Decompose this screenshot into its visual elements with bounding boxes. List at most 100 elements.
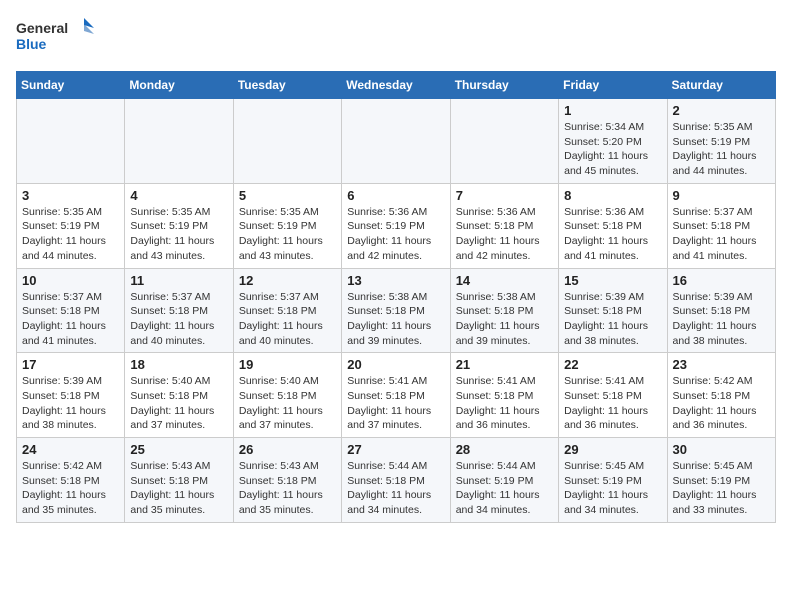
day-info: Sunrise: 5:40 AM Sunset: 5:18 PM Dayligh… [239,374,336,433]
day-number: 28 [456,442,553,457]
day-number: 16 [673,273,770,288]
day-number: 4 [130,188,227,203]
calendar-day-cell: 13 Sunrise: 5:38 AM Sunset: 5:18 PM Dayli… [342,268,450,353]
calendar-day-cell [17,99,125,184]
day-info: Sunrise: 5:43 AM Sunset: 5:18 PM Dayligh… [239,459,336,518]
calendar-day-cell [233,99,341,184]
calendar-day-cell: 15 Sunrise: 5:39 AM Sunset: 5:18 PM Dayli… [559,268,667,353]
day-number: 20 [347,357,444,372]
day-info: Sunrise: 5:36 AM Sunset: 5:18 PM Dayligh… [456,205,553,264]
calendar-week-row: 1 Sunrise: 5:34 AM Sunset: 5:20 PM Daylig… [17,99,776,184]
logo: General Blue [16,16,96,61]
day-info: Sunrise: 5:34 AM Sunset: 5:20 PM Dayligh… [564,120,661,179]
day-info: Sunrise: 5:35 AM Sunset: 5:19 PM Dayligh… [239,205,336,264]
calendar-day-cell: 12 Sunrise: 5:37 AM Sunset: 5:18 PM Dayli… [233,268,341,353]
calendar-week-row: 17 Sunrise: 5:39 AM Sunset: 5:18 PM Dayli… [17,353,776,438]
day-number: 29 [564,442,661,457]
day-info: Sunrise: 5:37 AM Sunset: 5:18 PM Dayligh… [22,290,119,349]
svg-text:General: General [16,20,68,36]
page-header: General Blue [16,16,776,61]
day-number: 27 [347,442,444,457]
day-info: Sunrise: 5:37 AM Sunset: 5:18 PM Dayligh… [130,290,227,349]
day-info: Sunrise: 5:35 AM Sunset: 5:19 PM Dayligh… [673,120,770,179]
day-number: 22 [564,357,661,372]
day-info: Sunrise: 5:42 AM Sunset: 5:18 PM Dayligh… [673,374,770,433]
calendar-day-cell: 20 Sunrise: 5:41 AM Sunset: 5:18 PM Dayli… [342,353,450,438]
day-info: Sunrise: 5:37 AM Sunset: 5:18 PM Dayligh… [239,290,336,349]
day-number: 13 [347,273,444,288]
day-info: Sunrise: 5:38 AM Sunset: 5:18 PM Dayligh… [347,290,444,349]
day-number: 26 [239,442,336,457]
day-number: 30 [673,442,770,457]
day-number: 12 [239,273,336,288]
day-info: Sunrise: 5:39 AM Sunset: 5:18 PM Dayligh… [673,290,770,349]
calendar-day-cell [342,99,450,184]
day-info: Sunrise: 5:42 AM Sunset: 5:18 PM Dayligh… [22,459,119,518]
calendar-week-row: 24 Sunrise: 5:42 AM Sunset: 5:18 PM Dayli… [17,438,776,523]
day-number: 5 [239,188,336,203]
day-number: 7 [456,188,553,203]
day-info: Sunrise: 5:40 AM Sunset: 5:18 PM Dayligh… [130,374,227,433]
day-number: 17 [22,357,119,372]
day-info: Sunrise: 5:35 AM Sunset: 5:19 PM Dayligh… [130,205,227,264]
day-number: 25 [130,442,227,457]
day-number: 15 [564,273,661,288]
calendar-day-cell: 18 Sunrise: 5:40 AM Sunset: 5:18 PM Dayli… [125,353,233,438]
calendar-day-cell: 29 Sunrise: 5:45 AM Sunset: 5:19 PM Dayli… [559,438,667,523]
calendar-week-row: 10 Sunrise: 5:37 AM Sunset: 5:18 PM Dayli… [17,268,776,353]
day-info: Sunrise: 5:38 AM Sunset: 5:18 PM Dayligh… [456,290,553,349]
day-number: 10 [22,273,119,288]
day-number: 18 [130,357,227,372]
day-number: 9 [673,188,770,203]
day-info: Sunrise: 5:43 AM Sunset: 5:18 PM Dayligh… [130,459,227,518]
calendar-weekday-saturday: Saturday [667,72,775,99]
day-info: Sunrise: 5:39 AM Sunset: 5:18 PM Dayligh… [564,290,661,349]
day-info: Sunrise: 5:36 AM Sunset: 5:19 PM Dayligh… [347,205,444,264]
day-info: Sunrise: 5:37 AM Sunset: 5:18 PM Dayligh… [673,205,770,264]
calendar-day-cell: 14 Sunrise: 5:38 AM Sunset: 5:18 PM Dayli… [450,268,558,353]
day-info: Sunrise: 5:44 AM Sunset: 5:19 PM Dayligh… [456,459,553,518]
calendar-week-row: 3 Sunrise: 5:35 AM Sunset: 5:19 PM Daylig… [17,183,776,268]
calendar-day-cell: 21 Sunrise: 5:41 AM Sunset: 5:18 PM Dayli… [450,353,558,438]
day-info: Sunrise: 5:35 AM Sunset: 5:19 PM Dayligh… [22,205,119,264]
day-info: Sunrise: 5:39 AM Sunset: 5:18 PM Dayligh… [22,374,119,433]
calendar-day-cell: 23Sunrise: 5:42 AM Sunset: 5:18 PM Dayli… [667,353,775,438]
calendar-day-cell: 25 Sunrise: 5:43 AM Sunset: 5:18 PM Dayli… [125,438,233,523]
day-info: Sunrise: 5:45 AM Sunset: 5:19 PM Dayligh… [564,459,661,518]
calendar-table: SundayMondayTuesdayWednesdayThursdayFrid… [16,71,776,523]
calendar-day-cell: 22 Sunrise: 5:41 AM Sunset: 5:18 PM Dayli… [559,353,667,438]
day-number: 21 [456,357,553,372]
calendar-weekday-sunday: Sunday [17,72,125,99]
calendar-day-cell: 26 Sunrise: 5:43 AM Sunset: 5:18 PM Dayli… [233,438,341,523]
day-info: Sunrise: 5:41 AM Sunset: 5:18 PM Dayligh… [347,374,444,433]
day-number: 24 [22,442,119,457]
calendar-day-cell: 24 Sunrise: 5:42 AM Sunset: 5:18 PM Dayli… [17,438,125,523]
day-number: 11 [130,273,227,288]
calendar-day-cell: 8Sunrise: 5:36 AM Sunset: 5:18 PM Daylig… [559,183,667,268]
calendar-weekday-thursday: Thursday [450,72,558,99]
day-number: 1 [564,103,661,118]
calendar-weekday-tuesday: Tuesday [233,72,341,99]
calendar-day-cell: 7 Sunrise: 5:36 AM Sunset: 5:18 PM Daylig… [450,183,558,268]
calendar-day-cell [450,99,558,184]
calendar-day-cell: 2 Sunrise: 5:35 AM Sunset: 5:19 PM Daylig… [667,99,775,184]
day-number: 6 [347,188,444,203]
calendar-day-cell: 30Sunrise: 5:45 AM Sunset: 5:19 PM Dayli… [667,438,775,523]
calendar-weekday-monday: Monday [125,72,233,99]
calendar-day-cell [125,99,233,184]
day-info: Sunrise: 5:41 AM Sunset: 5:18 PM Dayligh… [564,374,661,433]
day-info: Sunrise: 5:41 AM Sunset: 5:18 PM Dayligh… [456,374,553,433]
day-info: Sunrise: 5:36 AM Sunset: 5:18 PM Dayligh… [564,205,661,264]
calendar-day-cell: 4 Sunrise: 5:35 AM Sunset: 5:19 PM Daylig… [125,183,233,268]
day-number: 3 [22,188,119,203]
day-number: 2 [673,103,770,118]
calendar-day-cell: 1 Sunrise: 5:34 AM Sunset: 5:20 PM Daylig… [559,99,667,184]
calendar-day-cell: 3 Sunrise: 5:35 AM Sunset: 5:19 PM Daylig… [17,183,125,268]
logo-container: General Blue [16,16,96,61]
calendar-weekday-wednesday: Wednesday [342,72,450,99]
calendar-day-cell: 9 Sunrise: 5:37 AM Sunset: 5:18 PM Daylig… [667,183,775,268]
svg-text:Blue: Blue [16,36,47,52]
day-number: 14 [456,273,553,288]
calendar-day-cell: 19Sunrise: 5:40 AM Sunset: 5:18 PM Dayli… [233,353,341,438]
logo-svg: General Blue [16,16,96,56]
